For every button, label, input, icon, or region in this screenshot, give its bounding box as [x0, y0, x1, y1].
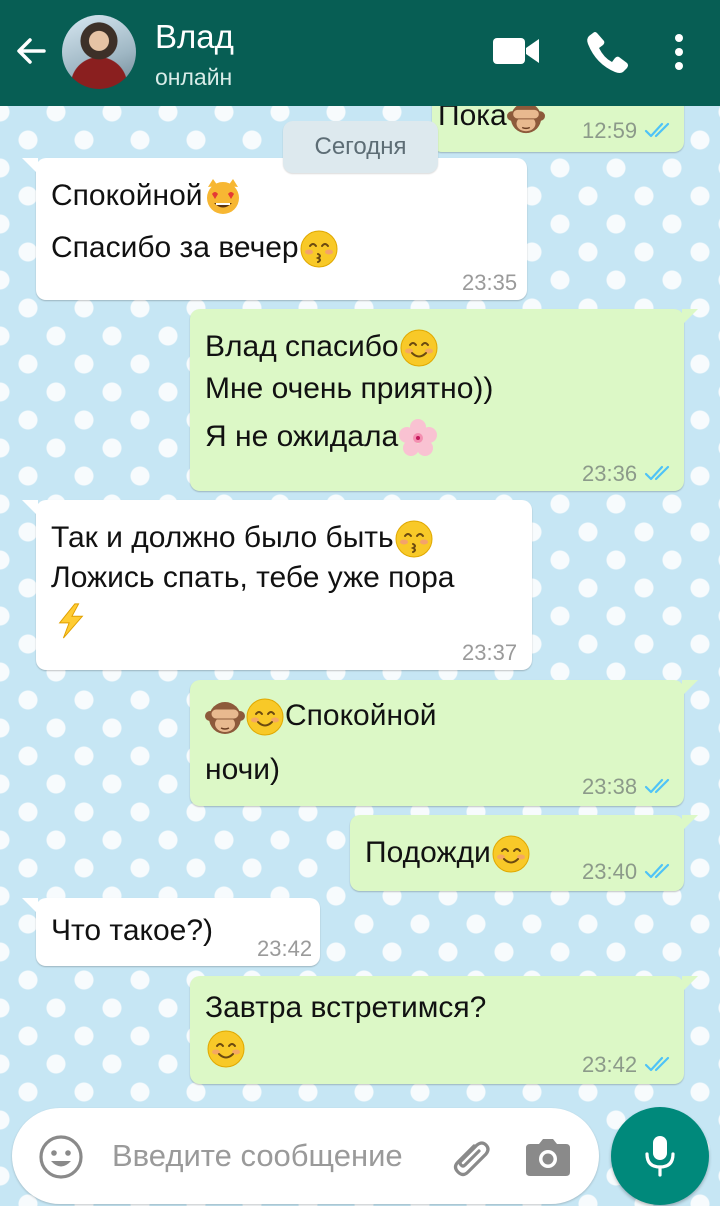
- message-text: Спасибо за вечер: [51, 231, 299, 264]
- message-bubble-outgoing[interactable]: Влад спасибо Мне очень приятно)) Я не ож…: [190, 309, 698, 491]
- message-bubble-incoming[interactable]: Что такое?) 23:42: [22, 898, 320, 966]
- heart-eyes-cat-icon: [203, 177, 243, 217]
- back-arrow-icon[interactable]: [10, 30, 52, 72]
- message-input[interactable]: [112, 1130, 457, 1182]
- kissing-closed-eyes-icon: [394, 519, 434, 559]
- message-text: Завтра встретимся?: [205, 991, 487, 1024]
- message-bubble-outgoing[interactable]: Спокойной ночи) 23:38: [190, 680, 698, 806]
- message-time: 23:42: [582, 1052, 638, 1077]
- microphone-button[interactable]: [611, 1107, 709, 1205]
- message-bubble-incoming[interactable]: Спокойной Спасибо за вечер 23:35: [22, 158, 527, 300]
- date-divider: Сегодня: [283, 121, 438, 173]
- read-ticks-icon: [644, 1055, 678, 1073]
- message-time: 23:37: [462, 640, 518, 665]
- message-time: 23:36: [582, 461, 638, 486]
- message-text: Спокойной: [285, 699, 437, 732]
- message-text: Что такое?): [51, 914, 214, 947]
- message-text: Спокойной: [51, 179, 203, 212]
- message-text: Подожди: [365, 836, 491, 869]
- kissing-face-icon: [299, 229, 339, 269]
- contact-name[interactable]: Влад: [155, 18, 234, 56]
- message-time: 12:59: [582, 118, 638, 143]
- message-time: 23:40: [582, 859, 638, 884]
- lightning-icon: [52, 602, 90, 640]
- read-ticks-icon: [644, 464, 678, 482]
- smiling-face-icon: [399, 328, 439, 368]
- message-text: Ложись спать, тебе уже пора: [51, 561, 455, 594]
- video-call-icon[interactable]: [490, 28, 542, 74]
- phone-call-icon[interactable]: [584, 28, 632, 76]
- message-time: 23:42: [257, 936, 313, 961]
- smiling-face-icon: [245, 697, 285, 737]
- message-text: ночи): [205, 753, 280, 786]
- paperclip-icon[interactable]: [444, 1132, 494, 1182]
- read-ticks-icon: [644, 121, 678, 139]
- camera-icon[interactable]: [524, 1134, 572, 1180]
- microphone-icon: [645, 1136, 675, 1177]
- message-bubble-outgoing[interactable]: Подожди 23:40: [350, 815, 698, 891]
- emoji-icon[interactable]: [38, 1134, 84, 1180]
- message-time: 23:38: [582, 774, 638, 799]
- message-text: Я не ожидала: [205, 420, 399, 453]
- cherry-blossom-icon: [398, 418, 438, 458]
- message-bubble-outgoing[interactable]: Завтра встретимся? 23:42: [190, 976, 698, 1084]
- read-ticks-icon: [644, 862, 678, 880]
- chat-header: Влад онлайн: [0, 0, 720, 106]
- message-text: Влад спасибо: [205, 330, 399, 363]
- more-options-icon[interactable]: [664, 28, 694, 76]
- message-text: Так и должно было быть: [51, 521, 394, 554]
- message-composer: [12, 1108, 599, 1204]
- relieved-face-icon: [491, 834, 531, 874]
- relieved-face-icon: [206, 1029, 246, 1069]
- message-time: 23:35: [462, 270, 518, 295]
- message-bubble-incoming[interactable]: Так и должно было быть Ложись спать, теб…: [22, 500, 532, 670]
- message-text: Мне очень приятно)): [205, 372, 494, 405]
- contact-status: онлайн: [155, 64, 233, 90]
- contact-avatar[interactable]: [62, 15, 136, 89]
- read-ticks-icon: [644, 777, 678, 795]
- see-no-evil-monkey-icon: [205, 697, 245, 737]
